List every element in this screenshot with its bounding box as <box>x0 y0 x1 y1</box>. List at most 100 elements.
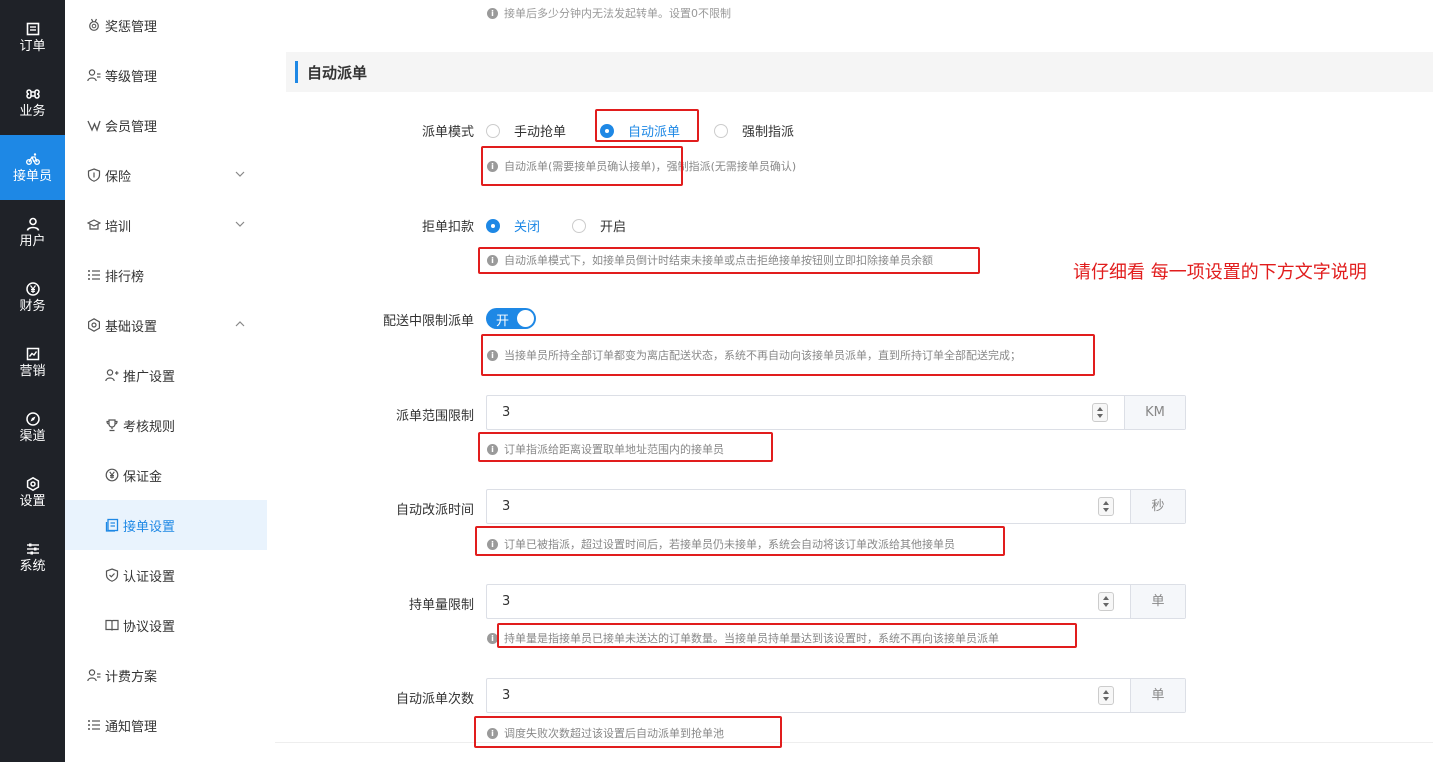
submenu-label: 推广设置 <box>123 369 176 385</box>
auto-reassign-unit: 秒 <box>1130 490 1185 523</box>
range-limit-input[interactable]: 3 KM <box>486 395 1186 430</box>
submenu-item-notifications[interactable]: 通知管理 <box>65 700 267 750</box>
submenu-label: 基础设置 <box>105 319 158 335</box>
radio-deduct-on[interactable]: 开启 <box>572 216 626 235</box>
annotation-box <box>595 109 699 142</box>
annotation-box <box>481 334 1095 376</box>
submenu-label: 考核规则 <box>123 419 176 435</box>
nav-item-settings[interactable]: 设置 <box>0 460 65 525</box>
submenu-label: 会员管理 <box>105 119 158 135</box>
radio-manual-grab[interactable]: 手动抢单 <box>486 121 566 140</box>
transfer-hint-text: 接单后多少分钟内无法发起转单。设置0不限制 <box>504 7 731 20</box>
nav-item-channels[interactable]: 渠道 <box>0 395 65 460</box>
command-icon <box>25 88 40 99</box>
submenu-item-ranking[interactable]: 排行榜 <box>65 250 267 300</box>
nav-item-marketing[interactable]: 营销 <box>0 330 65 395</box>
radio-dot <box>486 218 500 233</box>
gear-icon <box>26 476 39 491</box>
submenu-label: 认证设置 <box>123 569 176 585</box>
shield-icon <box>87 168 101 182</box>
submenu-item-insurance[interactable]: 保险 <box>65 150 267 200</box>
submenu-label: 等级管理 <box>105 69 158 85</box>
hold-limit-stepper[interactable] <box>1098 592 1114 611</box>
order-icon <box>26 22 39 35</box>
hold-limit-value: 3 <box>502 594 511 609</box>
vip-icon <box>87 120 101 132</box>
nav-item-orders[interactable]: 订单 <box>0 5 65 70</box>
auto-reassign-stepper[interactable] <box>1098 497 1114 516</box>
nav-label: 接单员 <box>12 168 52 184</box>
submenu-item-basic-settings[interactable]: 基础设置 <box>65 300 267 350</box>
radio-label: 手动抢单 <box>514 125 567 140</box>
range-limit-unit: KM <box>1124 396 1185 429</box>
app-root: 订单 业务 接单员 用户 财务 营销 渠道 设置 系统 奖惩管理 等级管理 会员… <box>0 0 1433 762</box>
switch-knob <box>517 310 534 327</box>
range-limit-label: 派单范围限制 <box>395 409 474 424</box>
chart-icon <box>26 347 39 360</box>
annotation-box <box>478 247 980 274</box>
nav-item-system[interactable]: 系统 <box>0 525 65 590</box>
limit-delivery-label: 配送中限制派单 <box>382 314 474 329</box>
auto-reassign-label: 自动改派时间 <box>395 503 474 518</box>
radio-deduct-off[interactable]: 关闭 <box>486 216 540 235</box>
nav-label: 用户 <box>19 233 46 249</box>
chevron-down-icon <box>235 221 245 227</box>
submenu-item-assessment[interactable]: 考核规则 <box>65 400 267 450</box>
yen-icon <box>25 281 40 296</box>
range-limit-stepper[interactable] <box>1092 403 1108 422</box>
hold-limit-input[interactable]: 3 单 <box>486 584 1186 619</box>
submenu-label: 接单设置 <box>123 519 176 535</box>
submenu-item-members[interactable]: 会员管理 <box>65 100 267 150</box>
submenu-label: 保险 <box>105 169 132 185</box>
nav-item-business[interactable]: 业务 <box>0 70 65 135</box>
nav-label: 财务 <box>19 298 46 314</box>
submenu-item-training[interactable]: 培训 <box>65 200 267 250</box>
submenu-item-promotion[interactable]: 推广设置 <box>65 350 267 400</box>
nav-item-users[interactable]: 用户 <box>0 200 65 265</box>
submenu-item-verification[interactable]: 认证设置 <box>65 550 267 600</box>
submenu-label: 协议设置 <box>123 619 176 635</box>
submenu-label: 培训 <box>105 219 132 235</box>
list-icon <box>88 720 100 730</box>
school-icon <box>87 219 101 230</box>
hold-limit-label: 持单量限制 <box>408 598 474 613</box>
submenu-item-deposit[interactable]: 保证金 <box>65 450 267 500</box>
limit-delivery-switch[interactable]: 开 <box>486 308 536 329</box>
nav-item-couriers[interactable]: 接单员 <box>0 135 65 200</box>
transfer-hint: i 接单后多少分钟内无法发起转单。设置0不限制 <box>487 5 731 21</box>
radio-forced-assign[interactable]: 强制指派 <box>714 121 794 140</box>
submenu-label: 保证金 <box>123 469 163 485</box>
nav-item-finance[interactable]: 财务 <box>0 265 65 330</box>
submenu-item-order-settings[interactable]: 接单设置 <box>65 500 267 550</box>
nav-label: 营销 <box>19 363 46 379</box>
auto-count-unit: 单 <box>1130 679 1185 712</box>
nav-label: 订单 <box>19 38 46 54</box>
document-icon <box>105 518 119 532</box>
submenu-label: 通知管理 <box>105 719 158 735</box>
submenu-item-agreement[interactable]: 协议设置 <box>65 600 267 650</box>
submenu-item-levels[interactable]: 等级管理 <box>65 50 267 100</box>
annotation-note: 请仔细看 每一项设置的下方文字说明 <box>1073 262 1367 283</box>
main-content: i 接单后多少分钟内无法发起转单。设置0不限制 自动派单 派单模式 手动抢单 自… <box>267 0 1433 762</box>
radio-label: 关闭 <box>514 220 541 235</box>
auto-count-input[interactable]: 3 单 <box>486 678 1186 713</box>
auto-count-stepper[interactable] <box>1098 686 1114 705</box>
divider <box>275 742 1433 743</box>
annotation-box <box>481 146 683 186</box>
list-icon <box>88 270 100 280</box>
nav-label: 渠道 <box>19 428 46 444</box>
submenu-item-rewards[interactable]: 奖惩管理 <box>65 0 267 50</box>
user-icon <box>26 217 39 231</box>
sliders-icon <box>26 543 39 554</box>
trophy-icon <box>106 419 118 432</box>
radio-dot <box>714 123 728 138</box>
radio-label: 强制指派 <box>742 125 795 140</box>
auto-reassign-input[interactable]: 3 秒 <box>486 489 1186 524</box>
nav-label: 系统 <box>19 558 46 574</box>
section-header: 自动派单 <box>286 52 1433 92</box>
submenu: 奖惩管理 等级管理 会员管理 保险 培训 排行榜 基础设置 推广设置 考核规则 … <box>65 0 267 762</box>
radio-dot <box>486 123 500 138</box>
reject-deduct-label: 拒单扣款 <box>421 220 474 235</box>
submenu-item-pricing[interactable]: 计费方案 <box>65 650 267 700</box>
submenu-label: 排行榜 <box>105 269 145 285</box>
